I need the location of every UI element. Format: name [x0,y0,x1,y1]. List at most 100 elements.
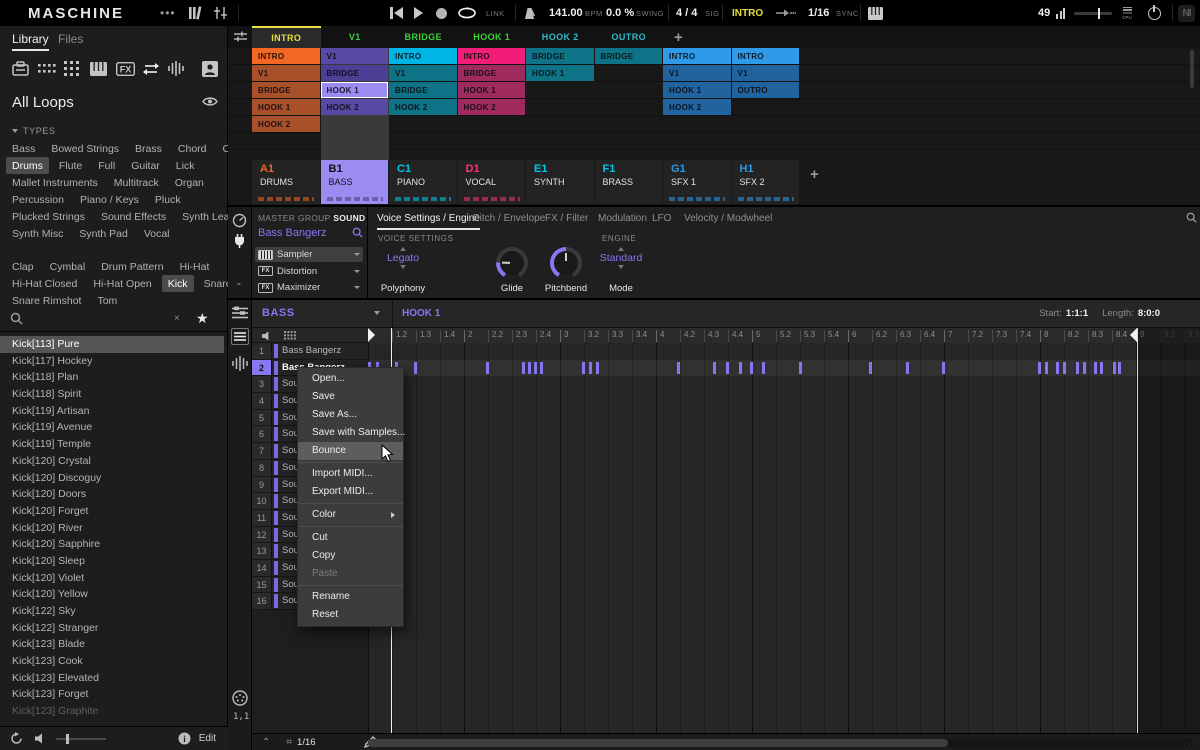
midi-note[interactable] [522,362,525,375]
pattern-cell[interactable]: HOOK 1 [663,82,731,98]
subtype-tag-tom[interactable]: Tom [91,292,123,309]
group-b1[interactable]: B1BASS [321,160,389,204]
pattern-cell[interactable]: V1 [389,65,457,81]
info-icon[interactable]: i [178,732,191,745]
midi-note[interactable] [589,362,592,375]
type-tag-pluck[interactable]: Pluck [149,191,187,208]
midi-note[interactable] [1118,362,1121,375]
result-item[interactable]: Kick[120] Sapphire [0,536,224,553]
result-item[interactable]: Kick[123] Elevated [0,670,224,687]
pattern-cell[interactable]: INTRO [732,48,800,64]
midi-note[interactable] [739,362,742,375]
menu-item-rename[interactable]: Rename [298,588,403,606]
group-e1[interactable]: E1SYNTH [526,160,594,204]
type-tag-sound-effects[interactable]: Sound Effects [95,208,172,225]
add-group-button[interactable]: + [810,166,819,183]
channel-scope-tabs[interactable]: MASTER GROUP SOUND [258,213,365,223]
loop-button[interactable] [457,0,477,26]
plugin-tab-5[interactable]: LFO [652,213,671,224]
type-tag-bowed-strings[interactable]: Bowed Strings [45,140,125,157]
result-item[interactable]: Kick[120] Sleep [0,553,224,570]
midi-note[interactable] [1076,362,1079,375]
swing-display[interactable]: 0.0 % [606,0,634,26]
decrement-icon[interactable] [618,265,624,269]
result-item[interactable]: Kick[123] Graphite [0,703,224,720]
group-dropdown-icon[interactable] [374,311,380,315]
plugin-tab-4[interactable]: Modulation [598,213,647,224]
pattern-cell[interactable]: BRIDGE [252,82,320,98]
plugin-dropdown-icon[interactable] [354,286,360,289]
midi-note[interactable] [1045,362,1048,375]
menu-item-color[interactable]: Color [298,506,403,524]
polyphony-selector[interactable]: Legato [368,247,438,270]
result-item[interactable]: Kick[120] Crystal [0,453,224,470]
type-tag-guitar[interactable]: Guitar [125,157,166,174]
midi-note[interactable] [596,362,599,375]
result-item[interactable]: Kick[120] River [0,520,224,537]
pattern-cell[interactable]: INTRO [252,48,320,64]
type-tag-bass[interactable]: Bass [6,140,41,157]
plugin-tab-6[interactable]: Velocity / Modwheel [684,213,772,224]
midi-note[interactable] [750,362,753,375]
plugin-dropdown-icon[interactable] [354,253,360,256]
mute-speaker-icon[interactable] [262,331,272,341]
search-input[interactable] [30,312,178,327]
menu-item-save-with-samples[interactable]: Save with Samples... [298,424,403,442]
midi-note[interactable] [1056,362,1059,375]
plugin-dropdown-icon[interactable] [354,270,360,273]
type-tag-synth-pad[interactable]: Synth Pad [73,225,133,242]
subtype-tag-hi-hat-open[interactable]: Hi-Hat Open [87,275,157,292]
pattern-cell[interactable]: INTRO [389,48,457,64]
midi-note[interactable] [1038,362,1041,375]
pattern-cell[interactable]: HOOK 2 [389,99,457,115]
type-tag-full[interactable]: Full [92,157,121,174]
subtype-tag-drum-pattern[interactable]: Drum Pattern [95,258,169,275]
group-f1[interactable]: F1BRASS [595,160,663,204]
midi-note[interactable] [540,362,543,375]
scrollbar-thumb[interactable] [368,739,948,747]
mode-selector[interactable]: Standard [586,247,656,270]
pattern-cell[interactable]: BRIDGE [458,65,526,81]
clear-search-icon[interactable]: × [174,313,180,324]
prehear-speaker-icon[interactable] [35,733,46,744]
midi-note[interactable] [1063,362,1066,375]
result-item[interactable]: Kick[120] Discoguy [0,470,224,487]
section-tab-outro[interactable]: OUTRO [595,26,664,48]
link-toggle[interactable]: LINK [486,0,505,26]
subtype-tag-kick[interactable]: Kick [162,275,194,292]
midi-icon[interactable] [232,690,248,706]
plugin-slot-maximizer[interactable]: FXMaximizer [255,280,363,295]
overflow-menu-icon[interactable]: ••• [160,0,176,26]
pattern-end-marker[interactable] [1130,328,1137,342]
plugin-tab-1[interactable]: Voice Settings / Engine [377,213,480,230]
midi-note[interactable] [906,362,909,375]
pattern-view-icon[interactable] [231,328,249,345]
pattern-cell[interactable]: INTRO [458,48,526,64]
current-section-display[interactable]: INTRO [732,0,763,26]
pattern-cell[interactable]: BRIDGE [595,48,663,64]
section-tab-hook-2[interactable]: HOOK 2 [526,26,595,48]
menu-item-reset[interactable]: Reset [298,606,403,624]
plugin-slot-distortion[interactable]: FXDistortion [255,264,363,279]
type-tag-chord[interactable]: Chord [172,140,213,157]
pattern-cell[interactable]: BRIDGE [526,48,594,64]
midi-note[interactable] [1083,362,1086,375]
menu-item-cut[interactable]: Cut [298,529,403,547]
midi-note[interactable] [486,362,489,375]
fx-icon[interactable]: FX [116,62,135,76]
timeline-ruler[interactable]: 1.21.31.422.22.32.433.23.33.444.24.34.45… [368,328,1200,343]
plugin-slot-sampler[interactable]: Sampler [255,247,363,262]
plugin-plug-icon[interactable] [232,233,247,248]
arranger-view-icon[interactable] [232,306,248,320]
midi-note[interactable] [762,362,765,375]
autoload-icon[interactable] [10,732,23,745]
subtype-tag-hi-hat[interactable]: Hi-Hat [174,258,216,275]
timer-dial-icon[interactable] [232,213,247,228]
midi-note[interactable] [726,362,729,375]
subtype-tag-hi-hat-closed[interactable]: Hi-Hat Closed [6,275,83,292]
menu-item-save-as[interactable]: Save As... [298,406,403,424]
pad-grid-icon[interactable] [284,331,296,341]
result-item[interactable]: Kick[122] Stranger [0,620,224,637]
pattern-cell[interactable]: BRIDGE [389,82,457,98]
play-button[interactable] [414,0,423,26]
